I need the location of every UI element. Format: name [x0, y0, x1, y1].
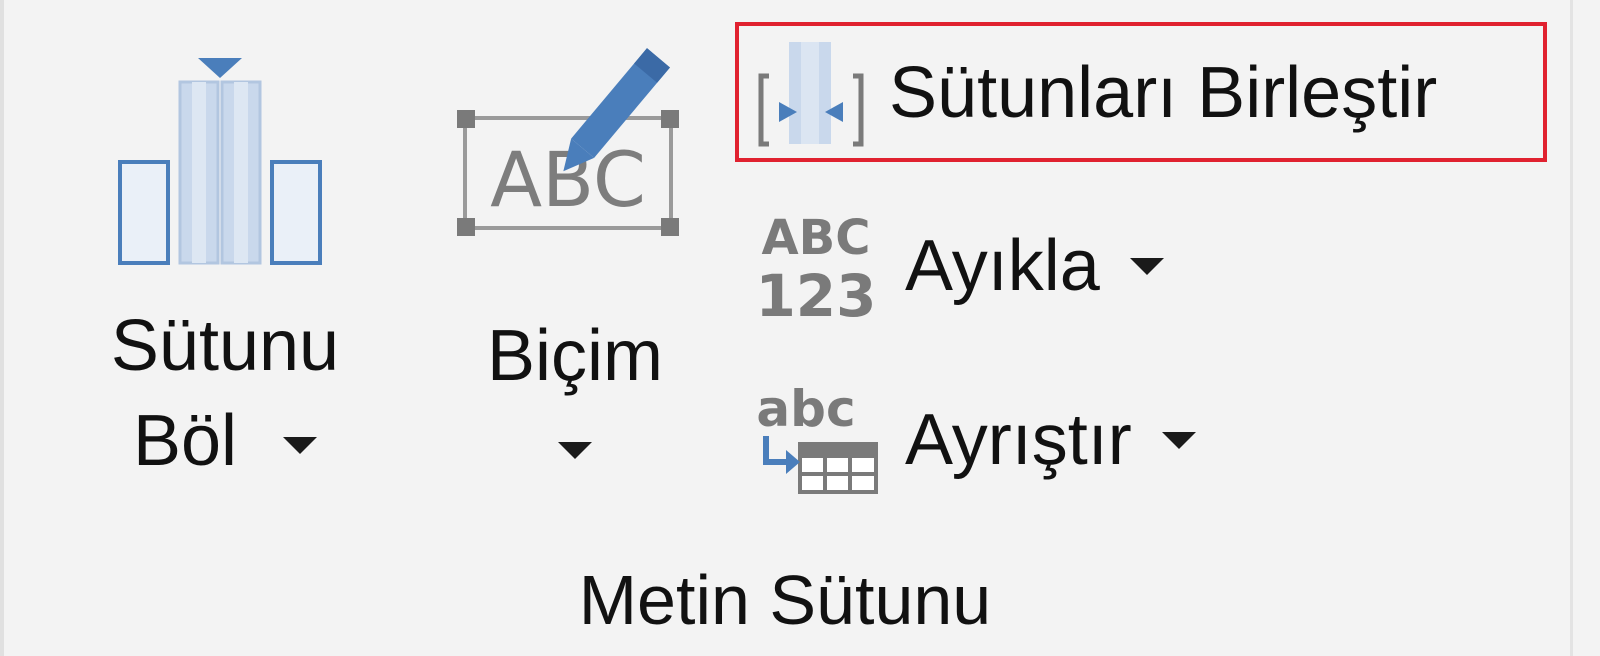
chevron-down-icon — [1129, 258, 1164, 276]
abc-to-table-icon: abc — [756, 384, 878, 494]
abc-icon-text: ABC — [762, 210, 871, 266]
parse-label-text: Ayrıştır — [905, 400, 1132, 480]
parse-label: Ayrıştır — [905, 370, 1196, 510]
abc-123-icon: ABC 123 — [755, 210, 876, 322]
split-column-label-line1: Sütunu — [110, 306, 340, 386]
format-label: Biçim — [487, 316, 663, 396]
numbers-icon-text: 123 — [755, 262, 876, 322]
ribbon-group-text-column: Sütunu Böl ABC Biçim Sütunları Birleştir… — [0, 0, 1600, 656]
extract-button[interactable]: ABC 123 Ayıkla — [740, 196, 1260, 336]
extract-label-text: Ayıkla — [905, 226, 1100, 306]
abc-icon-text: ABC — [490, 135, 646, 224]
split-column-label-line2: Böl — [90, 395, 360, 487]
abc-pencil-icon: ABC — [457, 48, 679, 236]
group-divider-right — [1570, 0, 1573, 656]
merge-columns-button[interactable]: Sütunları Birleştir — [735, 22, 1547, 162]
group-title: Metin Sütunu — [578, 561, 992, 639]
merge-columns-icon — [758, 42, 864, 147]
split-column-icon — [118, 58, 322, 265]
merge-columns-label: Sütunları Birleştir — [889, 53, 1438, 133]
parse-button[interactable]: abc Ayrıştır — [740, 370, 1300, 510]
split-column-label-text: Böl — [132, 401, 238, 481]
chevron-down-icon — [558, 442, 592, 460]
chevron-down-icon — [283, 437, 318, 455]
chevron-down-icon — [1161, 432, 1196, 450]
format-button[interactable]: ABC Biçim — [455, 40, 695, 510]
extract-label: Ayıkla — [905, 196, 1164, 336]
split-column-button[interactable]: Sütunu Böl — [90, 40, 360, 510]
format-dropdown — [455, 400, 695, 492]
abc-icon-text: abc — [756, 384, 855, 438]
